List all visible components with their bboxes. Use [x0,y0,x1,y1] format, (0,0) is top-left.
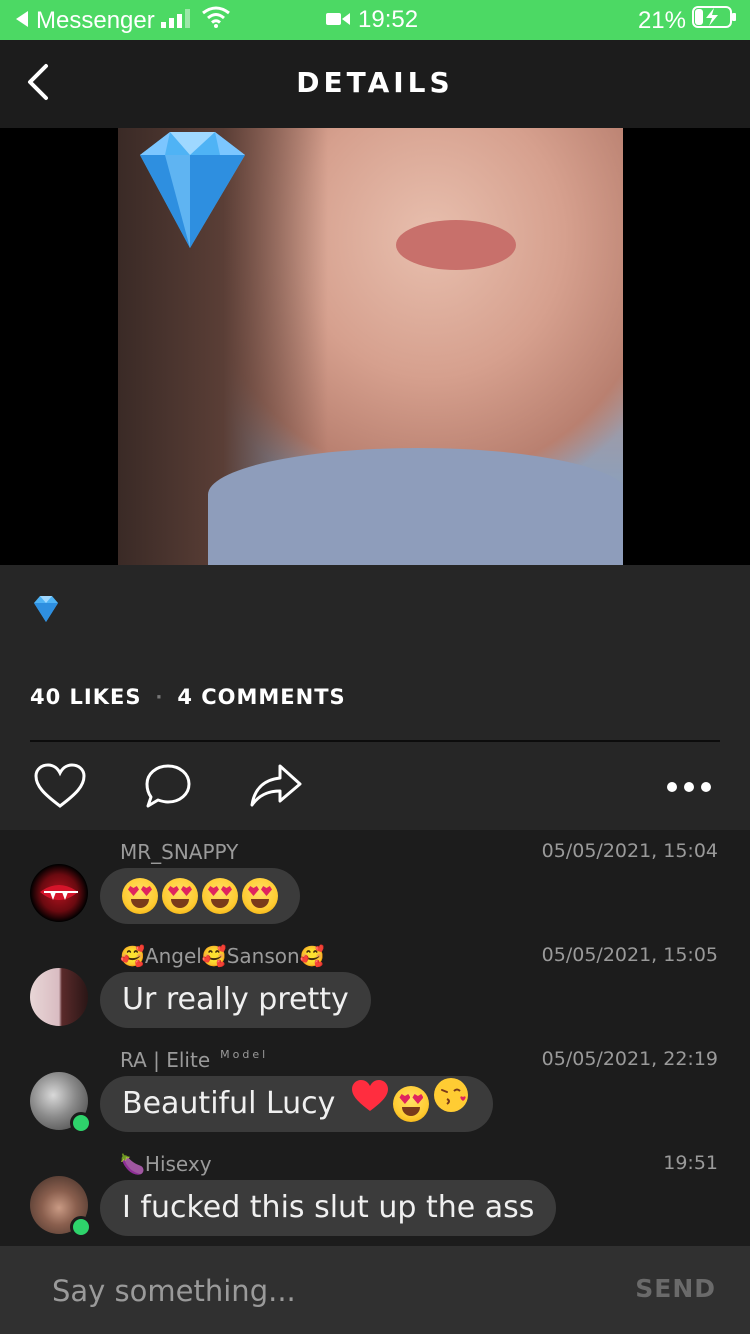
more-options-button[interactable] [664,763,716,811]
comment-author[interactable]: MR_SNAPPY [120,840,238,864]
comment-timestamp: 05/05/2021, 22:19 [541,1048,718,1070]
comment-bubble: I fucked this slut up the ass [100,1180,557,1236]
comment-author[interactable]: 🥰Angel🥰Sanson🥰 [120,944,325,968]
heart-eyes-emoji-icon [393,1086,430,1122]
battery-percent: 21% [637,6,686,34]
action-bar [0,755,750,815]
status-right: 21% [638,6,738,35]
post-details: 40 LIKES · 4 COMMENTS [0,565,750,830]
comment-text: Beautiful Lucy [122,1086,336,1121]
comment-item: 🥰Angel🥰Sanson🥰 05/05/2021, 15:05 Ur real… [0,934,750,1038]
page-title: DETAILS [296,66,454,99]
battery-charging-icon [692,6,738,35]
comment-timestamp: 05/05/2021, 15:04 [541,840,718,862]
comment-timestamp: 05/05/2021, 15:05 [541,944,718,966]
cellular-signal-icon [160,7,195,35]
comment-author[interactable]: 🍆Hisexy [120,1152,212,1176]
author-badge: Model [220,1047,269,1061]
avatar[interactable] [30,1176,92,1238]
comment-input[interactable] [50,1266,574,1316]
wifi-icon [201,6,231,35]
share-arrow-icon [250,764,302,813]
red-heart-emoji-icon [351,1076,389,1132]
like-button[interactable] [34,763,86,811]
comment-author[interactable]: RA | Elite Model [120,1047,269,1073]
heart-outline-icon [34,763,86,813]
heart-eyes-emoji-icon [122,878,158,914]
comment-text: I fucked this slut up the ass [122,1190,535,1225]
status-bar: Messenger 19:52 21% [0,0,750,40]
post-photo-container [0,128,750,565]
kissing-face-emoji-icon [433,1076,471,1132]
diamond-sticker-icon [120,130,250,250]
avatar[interactable] [30,968,88,1026]
comment-timestamp: 19:51 [663,1152,718,1174]
comment-item: 🍆Hisexy 19:51 I fucked this slut up the … [0,1142,750,1246]
more-dots-icon [664,782,714,813]
status-left[interactable]: Messenger [14,6,231,35]
comment-item: MR_SNAPPY 05/05/2021, 15:04 [0,830,750,934]
engagement-counts: 40 LIKES · 4 COMMENTS [30,685,346,709]
comment-item: RA | Elite Model 05/05/2021, 22:19 Beaut… [0,1038,750,1142]
video-camera-icon [326,6,350,34]
nav-bar: DETAILS [0,40,750,128]
likes-count[interactable]: 40 LIKES [30,685,141,709]
online-status-dot [70,1216,92,1238]
comment-bubble: Ur really pretty [100,972,371,1028]
separator-dot: · [155,686,164,708]
comments-list[interactable]: MR_SNAPPY 05/05/2021, 15:04 🥰Angel🥰Sanso… [0,830,750,1246]
comment-bubble [100,868,300,924]
avatar[interactable] [30,1072,92,1134]
divider [30,740,720,742]
clock-time: 19:52 [358,6,419,33]
post-photo[interactable] [118,128,623,565]
comments-count[interactable]: 4 COMMENTS [177,685,345,709]
send-button[interactable]: SEND [635,1274,716,1303]
online-status-dot [70,1112,92,1134]
heart-eyes-emoji-icon [242,878,278,914]
heart-eyes-emoji-icon [202,878,238,914]
back-to-app-icon [14,7,30,35]
comment-bubble: Beautiful Lucy [100,1076,494,1132]
avatar[interactable] [30,864,88,922]
status-center: 19:52 [326,6,418,34]
diamond-icon [30,595,62,623]
comment-button[interactable] [144,763,196,811]
comment-input-bar: SEND [0,1246,750,1334]
share-button[interactable] [250,763,302,811]
comment-text: Ur really pretty [122,982,349,1017]
heart-eyes-emoji-icon [162,878,198,914]
speech-bubble-icon [144,764,192,813]
back-app-label: Messenger [36,6,155,34]
